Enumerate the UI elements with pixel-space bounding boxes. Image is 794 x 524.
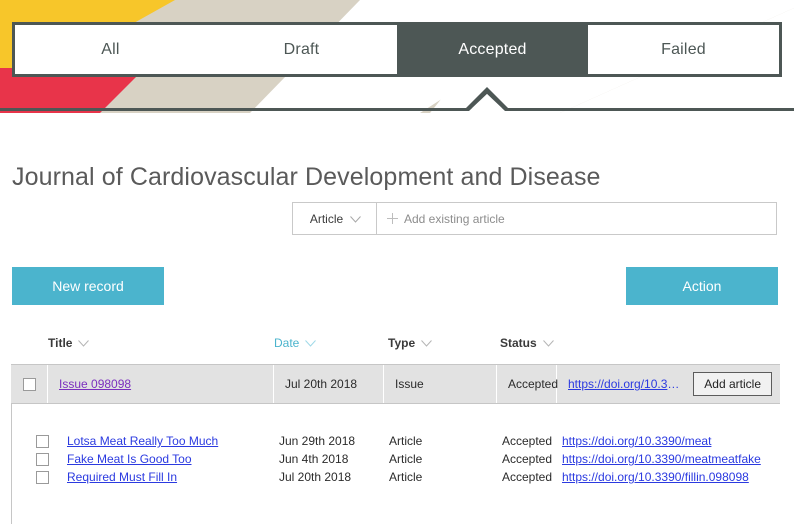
list-item[interactable]: Fake Meat Is Good Too Jun 4th 2018 Artic… [12,450,783,468]
chevron-down-icon [78,340,87,346]
doi-link[interactable]: https://doi.org/10.3390/meat [562,434,711,448]
nested-article-rows: Lotsa Meat Really Too Much Jun 29th 2018… [11,404,783,524]
doi-link[interactable]: https://doi.org/10.3390/meatmeatfake [562,452,761,466]
chevron-down-icon [305,340,314,346]
records-table: Title Date Type Status [11,336,783,524]
header-divider-rule [0,108,794,111]
subrow-select-checkbox-cell [36,471,67,484]
cell-status: Accepted [497,365,557,403]
subrow-select-checkbox[interactable] [36,453,49,466]
add-article-placeholder: Add existing article [404,212,505,226]
record-type-select[interactable]: Article [292,202,377,235]
list-item[interactable]: Required Must Fill In Jul 20th 2018 Arti… [12,468,783,486]
subrow-select-checkbox[interactable] [36,435,49,448]
list-item[interactable]: Lotsa Meat Really Too Much Jun 29th 2018… [12,432,783,450]
subrow-doi-cell: https://doi.org/10.3390/meatmeatfake [562,450,783,468]
subrow-type: Article [389,452,502,466]
chevron-down-icon [421,340,430,346]
column-header-status-label: Status [500,336,537,350]
new-record-button[interactable]: New record [12,267,164,305]
cell-type: Issue [384,365,497,403]
subrow-title-cell: Lotsa Meat Really Too Much [67,432,279,450]
subrow-select-checkbox-cell [36,435,67,448]
subrow-title-cell: Required Must Fill In [67,468,279,486]
column-header-type[interactable]: Type [388,336,500,350]
subrow-date: Jul 20th 2018 [279,470,389,484]
chevron-down-icon [350,216,359,222]
row-select-checkbox[interactable] [23,378,36,391]
subrow-select-checkbox-cell [36,453,67,466]
article-title-link[interactable]: Lotsa Meat Really Too Much [67,434,218,448]
cell-date: Jul 20th 2018 [274,365,384,403]
add-existing-article-control[interactable]: Article Add existing article [292,202,777,235]
tab-all[interactable]: All [15,25,206,74]
table-header-row: Title Date Type Status [11,336,783,364]
subrow-status: Accepted [502,452,562,466]
tab-draft[interactable]: Draft [206,25,397,74]
plus-icon [387,213,398,224]
header-decoration-band: All Draft Accepted Failed [0,0,794,113]
record-title-link[interactable]: Issue 098098 [59,377,131,391]
tab-accepted[interactable]: Accepted [397,25,588,74]
action-button[interactable]: Action [626,267,778,305]
subrow-status: Accepted [502,434,562,448]
subrow-type: Article [389,434,502,448]
row-select-checkbox-cell [11,365,48,403]
tab-failed[interactable]: Failed [588,25,779,74]
table-row[interactable]: Issue 098098 Jul 20th 2018 Issue Accepte… [11,364,780,404]
column-header-status[interactable]: Status [500,336,600,350]
doi-link[interactable]: https://doi.org/10.3390/fillin.098098 [562,470,749,484]
subrow-date: Jun 4th 2018 [279,452,389,466]
subrow-status: Accepted [502,470,562,484]
subrow-date: Jun 29th 2018 [279,434,389,448]
column-header-title[interactable]: Title [48,336,274,350]
chevron-down-icon [543,340,552,346]
subrow-title-cell: Fake Meat Is Good Too [67,450,279,468]
page-title: Journal of Cardiovascular Development an… [12,163,601,192]
subrow-type: Article [389,470,502,484]
doi-link[interactable]: https://doi.org/10.3390... [568,377,685,391]
cell-doi: https://doi.org/10.3390... Add article [557,365,772,403]
add-article-button[interactable]: Add article [693,372,772,396]
column-header-date[interactable]: Date [274,336,388,350]
add-existing-article-input[interactable]: Add existing article [377,202,777,235]
article-title-link[interactable]: Fake Meat Is Good Too [67,452,192,466]
active-tab-pointer-notch [463,86,511,111]
status-tab-bar[interactable]: All Draft Accepted Failed [12,22,782,77]
cell-title: Issue 098098 [48,365,274,403]
subrow-select-checkbox[interactable] [36,471,49,484]
subrow-doi-cell: https://doi.org/10.3390/meat [562,432,783,450]
column-header-type-label: Type [388,336,415,350]
column-header-title-label: Title [48,336,72,350]
article-title-link[interactable]: Required Must Fill In [67,470,177,484]
record-type-value: Article [310,212,343,226]
column-header-date-label: Date [274,336,299,350]
subrow-doi-cell: https://doi.org/10.3390/fillin.098098 [562,468,783,486]
